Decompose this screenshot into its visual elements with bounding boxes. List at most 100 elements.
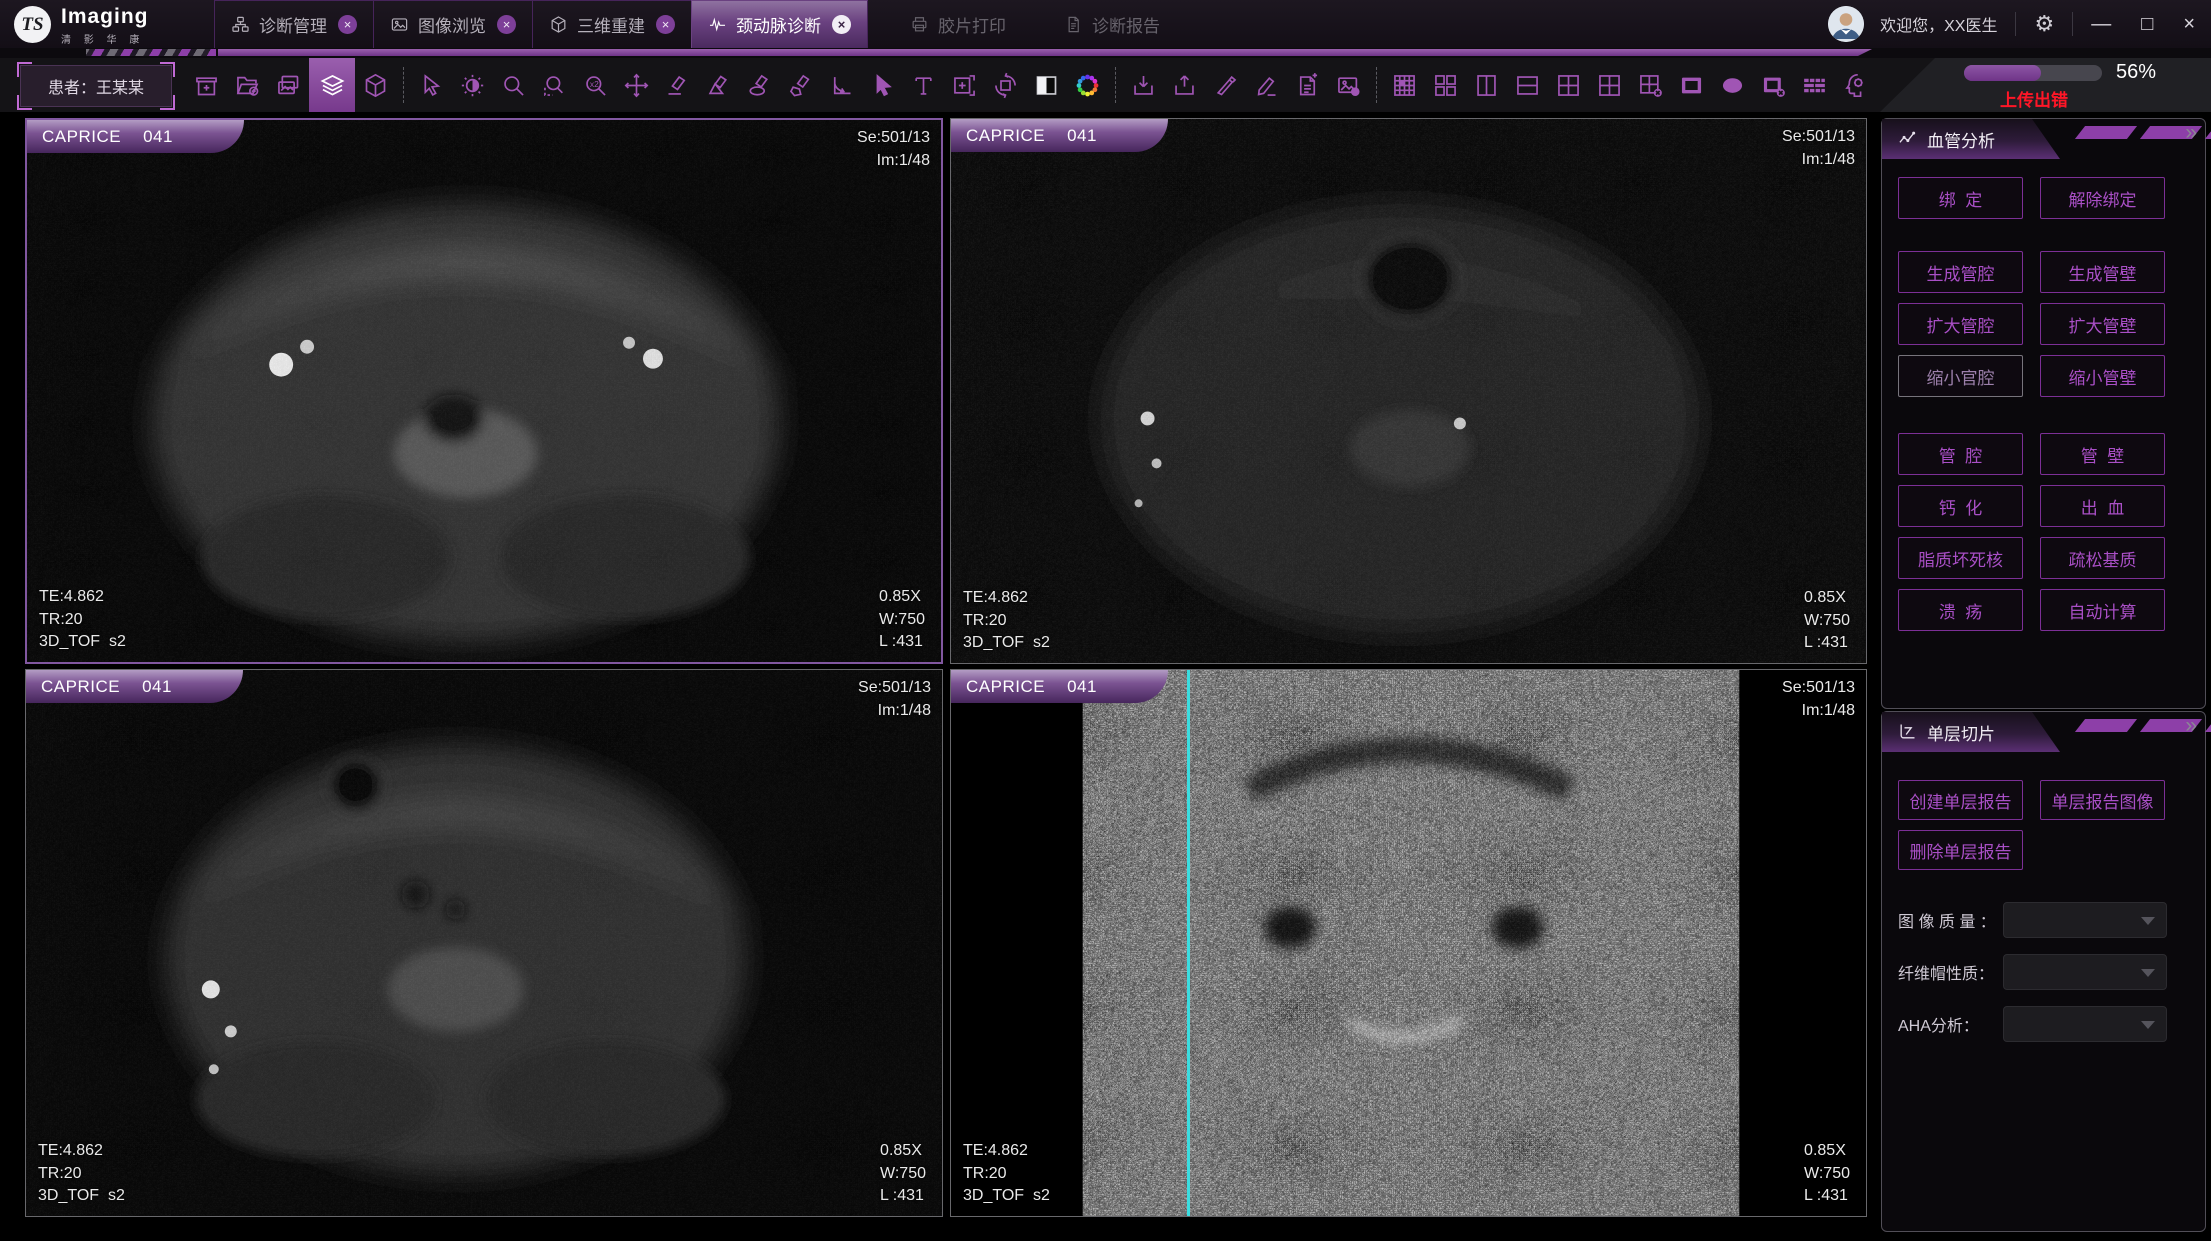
tab-image-browse[interactable]: 图像浏览× xyxy=(373,0,532,48)
series-chip: CAPRICE041 xyxy=(951,670,1168,703)
viewport-1[interactable]: CAPRICE041 Se:501/13Im:1/48 TE:4.862TR:2… xyxy=(25,118,943,664)
corner-bracket xyxy=(17,62,32,77)
tab-close-icon[interactable]: × xyxy=(656,15,675,34)
angle-tool-icon[interactable] xyxy=(821,58,862,112)
tab-carotid-diagnosis[interactable]: 颈动脉诊断× xyxy=(691,0,868,48)
create-slice-report-button[interactable]: 创建单层报告 xyxy=(1898,780,2023,820)
viewport-4[interactable]: CAPRICE041 Se:501/13Im:1/48 TE:4.862TR:2… xyxy=(950,669,1867,1217)
shrink-lumen-button[interactable]: 缩小官腔 xyxy=(1898,355,2023,397)
wall-button[interactable]: 管 壁 xyxy=(2040,433,2165,475)
download-icon[interactable] xyxy=(1123,58,1164,112)
upload-status-area: 56% 上传出错 xyxy=(1880,58,2211,112)
split-vertical-icon[interactable] xyxy=(1466,58,1507,112)
reference-line[interactable] xyxy=(1187,670,1190,1216)
viewport-3[interactable]: CAPRICE041 Se:501/13Im:1/48 TE:4.862TR:2… xyxy=(25,669,943,1217)
tab-3d-reconstruction[interactable]: 三维重建× xyxy=(532,0,691,48)
slice-icon xyxy=(1897,722,1917,742)
image-quality-dropdown[interactable] xyxy=(2003,902,2167,938)
filmstrip-icon[interactable] xyxy=(1794,58,1835,112)
image-gallery-icon[interactable] xyxy=(268,58,309,112)
ulcer-button[interactable]: 溃 疡 xyxy=(1898,589,2023,631)
pan-icon[interactable] xyxy=(616,58,657,112)
report-add-icon[interactable] xyxy=(1287,58,1328,112)
shrink-wall-button[interactable]: 缩小管壁 xyxy=(2040,355,2165,397)
slice-report-image-button[interactable]: 单层报告图像 xyxy=(2040,780,2165,820)
ai-analysis-icon[interactable] xyxy=(1835,58,1876,112)
select-arrow-icon[interactable] xyxy=(862,58,903,112)
measure-polygon-icon[interactable] xyxy=(780,58,821,112)
collapse-chevron-icon[interactable]: » xyxy=(2185,121,2195,145)
upload-icon[interactable] xyxy=(1164,58,1205,112)
close-button[interactable]: × xyxy=(2183,13,2195,36)
display-overlay: 0.85XW:750L :431 xyxy=(1804,587,1850,655)
tab-close-icon[interactable]: × xyxy=(832,15,851,34)
minimize-button[interactable]: — xyxy=(2091,13,2111,36)
tab-close-icon[interactable]: × xyxy=(338,15,357,34)
grid-close-icon[interactable] xyxy=(1630,58,1671,112)
tab-diagnosis-management[interactable]: 诊断管理× xyxy=(214,0,373,48)
mri-image xyxy=(27,120,941,662)
aha-analysis-dropdown[interactable] xyxy=(2003,1006,2167,1042)
expand-lumen-button[interactable]: 扩大管腔 xyxy=(1898,303,2023,345)
tab-close-icon[interactable]: × xyxy=(497,15,516,34)
view-rect-icon[interactable] xyxy=(1671,58,1712,112)
new-study-icon[interactable] xyxy=(186,58,227,112)
patient-name-field[interactable]: 患者：王某某 xyxy=(20,65,172,107)
key-image-icon[interactable] xyxy=(1328,58,1369,112)
acquisition-overlay: TE:4.862TR:203D_TOF s2 xyxy=(39,586,126,654)
generate-wall-button[interactable]: 生成管壁 xyxy=(2040,251,2165,293)
measure-line-icon[interactable] xyxy=(657,58,698,112)
zoom-2x-icon[interactable]: x2 xyxy=(575,58,616,112)
bind-button[interactable]: 绑 定 xyxy=(1898,177,2023,219)
viewport-2[interactable]: CAPRICE041 Se:501/13Im:1/48 TE:4.862TR:2… xyxy=(950,118,1867,664)
generate-lumen-button[interactable]: 生成管腔 xyxy=(1898,251,2023,293)
chevron-down-icon xyxy=(2141,1021,2155,1029)
divider xyxy=(2072,12,2073,36)
zoom-icon[interactable] xyxy=(493,58,534,112)
pen-icon[interactable] xyxy=(1246,58,1287,112)
acquisition-overlay: TE:4.862TR:203D_TOF s2 xyxy=(38,1140,125,1208)
auto-calculate-button[interactable]: 自动计算 xyxy=(2040,589,2165,631)
expand-wall-button[interactable]: 扩大管壁 xyxy=(2040,303,2165,345)
lipid-core-button[interactable]: 脂质坏死核 xyxy=(1898,537,2023,579)
grid-2x2-alt-icon[interactable] xyxy=(1589,58,1630,112)
view-close-icon[interactable] xyxy=(1753,58,1794,112)
grid-dense-icon[interactable] xyxy=(1384,58,1425,112)
invert-icon[interactable] xyxy=(1026,58,1067,112)
lumen-button[interactable]: 管 腔 xyxy=(1898,433,2023,475)
loose-matrix-button[interactable]: 疏松基质 xyxy=(2040,537,2165,579)
measure-angle-icon[interactable] xyxy=(698,58,739,112)
window-level-icon[interactable] xyxy=(452,58,493,112)
delete-slice-report-button[interactable]: 删除单层报告 xyxy=(1898,830,2023,870)
series-number: 041 xyxy=(143,127,173,147)
rotate-icon[interactable] xyxy=(985,58,1026,112)
collapse-chevron-icon[interactable]: » xyxy=(2185,714,2195,738)
layers-icon[interactable] xyxy=(309,58,355,112)
decorative-hatch xyxy=(86,49,216,56)
chevron-down-icon xyxy=(2141,969,2155,977)
decorative-strip xyxy=(0,48,2211,58)
text-tool-icon[interactable] xyxy=(903,58,944,112)
hemorrhage-button[interactable]: 出 血 xyxy=(2040,485,2165,527)
measure-ellipse-icon[interactable] xyxy=(739,58,780,112)
brush-icon[interactable] xyxy=(1205,58,1246,112)
view-ellipse-icon[interactable] xyxy=(1712,58,1753,112)
roi-add-icon[interactable] xyxy=(944,58,985,112)
cube-3d-icon[interactable] xyxy=(355,58,396,112)
settings-gear-icon[interactable]: ⚙ xyxy=(2034,11,2054,37)
toolbar-divider xyxy=(1376,67,1377,103)
main-toolbar: 患者：王某某 x2 56% 上传出错 xyxy=(0,58,2211,112)
color-palette-icon[interactable] xyxy=(1067,58,1108,112)
open-study-icon[interactable] xyxy=(227,58,268,112)
vessel-analysis-panel: 血管分析 » 绑 定 解除绑定 生成管腔 生成管壁 扩大管腔 扩大管壁 缩小官腔… xyxy=(1881,118,2206,709)
calcification-button[interactable]: 钙 化 xyxy=(1898,485,2023,527)
fibrous-cap-dropdown[interactable] xyxy=(2003,954,2167,990)
grid-2x2-icon[interactable] xyxy=(1548,58,1589,112)
split-horizontal-icon[interactable] xyxy=(1507,58,1548,112)
zoom-region-icon[interactable] xyxy=(534,58,575,112)
maximize-button[interactable]: □ xyxy=(2141,13,2153,36)
grid-boxes-icon[interactable] xyxy=(1425,58,1466,112)
unbind-button[interactable]: 解除绑定 xyxy=(2040,177,2165,219)
pointer-icon[interactable] xyxy=(411,58,452,112)
user-avatar[interactable] xyxy=(1828,6,1864,42)
